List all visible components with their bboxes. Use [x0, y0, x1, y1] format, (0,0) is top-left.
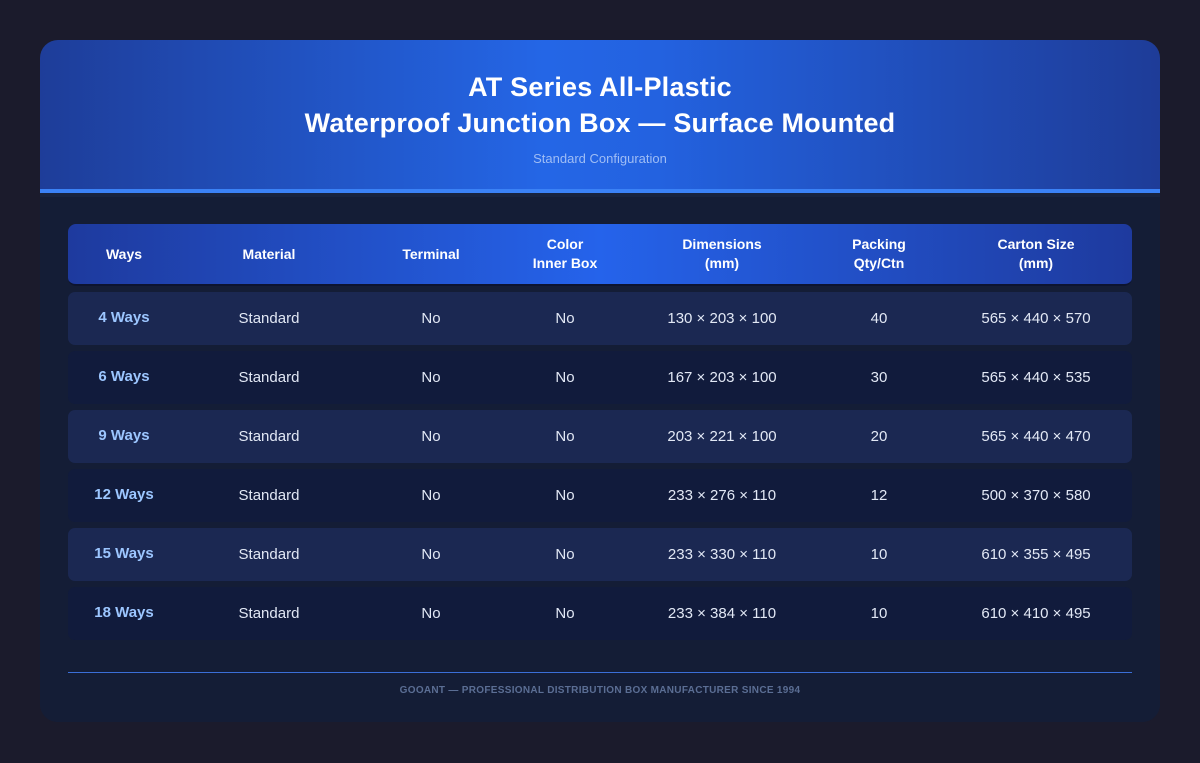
cell-dimensions: 233 × 330 × 110 — [667, 546, 777, 563]
column-header-color-inner-box: Color Inner Box — [532, 236, 598, 271]
cell-color-inner-box: No — [555, 369, 575, 386]
cell-dimensions: 203 × 221 × 100 — [667, 428, 777, 445]
cell-packing: 12 — [870, 487, 888, 504]
cell-packing: 40 — [870, 310, 888, 327]
cell-material: Standard — [238, 428, 300, 445]
cell-packing: 30 — [870, 369, 888, 386]
cell-packing: 10 — [870, 605, 888, 622]
spec-card: AT Series All-Plastic Waterproof Junctio… — [40, 40, 1160, 722]
column-header-carton-size: Carton Size (mm) — [997, 236, 1075, 271]
table-row: 12 Ways Standard No No 233 × 276 × 110 1… — [68, 469, 1132, 522]
cell-carton-size: 565 × 440 × 535 — [981, 369, 1091, 386]
cell-terminal: No — [421, 369, 441, 386]
cell-terminal: No — [421, 546, 441, 563]
cell-material: Standard — [238, 546, 300, 563]
cell-dimensions: 167 × 203 × 100 — [667, 369, 777, 386]
table-header: Ways Material Terminal Color Inner Box D… — [68, 224, 1132, 286]
cell-material: Standard — [238, 487, 300, 504]
title-line-1: AT Series All-Plastic — [468, 72, 732, 102]
card-header: AT Series All-Plastic Waterproof Junctio… — [40, 40, 1160, 193]
cell-carton-size: 500 × 370 × 580 — [981, 487, 1091, 504]
cell-dimensions: 233 × 276 × 110 — [667, 487, 777, 504]
cell-color-inner-box: No — [555, 428, 575, 445]
table-row: 4 Ways Standard No No 130 × 203 × 100 40… — [68, 292, 1132, 345]
cell-ways: 18 Ways — [94, 603, 154, 621]
cell-packing: 10 — [870, 546, 888, 563]
cell-color-inner-box: No — [555, 310, 575, 327]
table-row: 15 Ways Standard No No 233 × 330 × 110 1… — [68, 528, 1132, 581]
cell-terminal: No — [421, 428, 441, 445]
cell-dimensions: 233 × 384 × 110 — [667, 605, 777, 622]
cell-ways: 15 Ways — [94, 544, 154, 562]
column-header-material: Material — [242, 245, 296, 262]
cell-terminal: No — [421, 487, 441, 504]
cell-carton-size: 565 × 440 × 470 — [981, 428, 1091, 445]
cell-ways: 4 Ways — [98, 308, 150, 326]
subtitle: Standard Configuration — [533, 151, 667, 166]
cell-color-inner-box: No — [555, 546, 575, 563]
column-header-ways: Ways — [105, 245, 143, 262]
table-row: 18 Ways Standard No No 233 × 384 × 110 1… — [68, 587, 1132, 640]
column-header-packing: Packing Qty/Ctn — [852, 236, 906, 271]
column-header-dimensions: Dimensions (mm) — [682, 236, 762, 271]
card-body: Ways Material Terminal Color Inner Box D… — [40, 197, 1160, 722]
column-header-terminal: Terminal — [402, 245, 460, 262]
spec-table: Ways Material Terminal Color Inner Box D… — [68, 224, 1132, 640]
table-row: 9 Ways Standard No No 203 × 221 × 100 20… — [68, 410, 1132, 463]
cell-packing: 20 — [870, 428, 888, 445]
cell-material: Standard — [238, 369, 300, 386]
cell-carton-size: 610 × 355 × 495 — [981, 546, 1091, 563]
title-line-2: Waterproof Junction Box — Surface Mounte… — [304, 108, 896, 138]
cell-color-inner-box: No — [555, 487, 575, 504]
footer-divider — [68, 672, 1132, 673]
footer-text: GOOANT — PROFESSIONAL DISTRIBUTION BOX M… — [399, 685, 801, 696]
cell-material: Standard — [238, 310, 300, 327]
cell-carton-size: 565 × 440 × 570 — [981, 310, 1091, 327]
cell-terminal: No — [421, 605, 441, 622]
cell-material: Standard — [238, 605, 300, 622]
cell-ways: 6 Ways — [98, 367, 150, 385]
table-row: 6 Ways Standard No No 167 × 203 × 100 30… — [68, 351, 1132, 404]
cell-terminal: No — [421, 310, 441, 327]
cell-carton-size: 610 × 410 × 495 — [981, 605, 1091, 622]
cell-dimensions: 130 × 203 × 100 — [667, 310, 777, 327]
cell-color-inner-box: No — [555, 605, 575, 622]
cell-ways: 9 Ways — [98, 426, 150, 444]
cell-ways: 12 Ways — [94, 485, 154, 503]
